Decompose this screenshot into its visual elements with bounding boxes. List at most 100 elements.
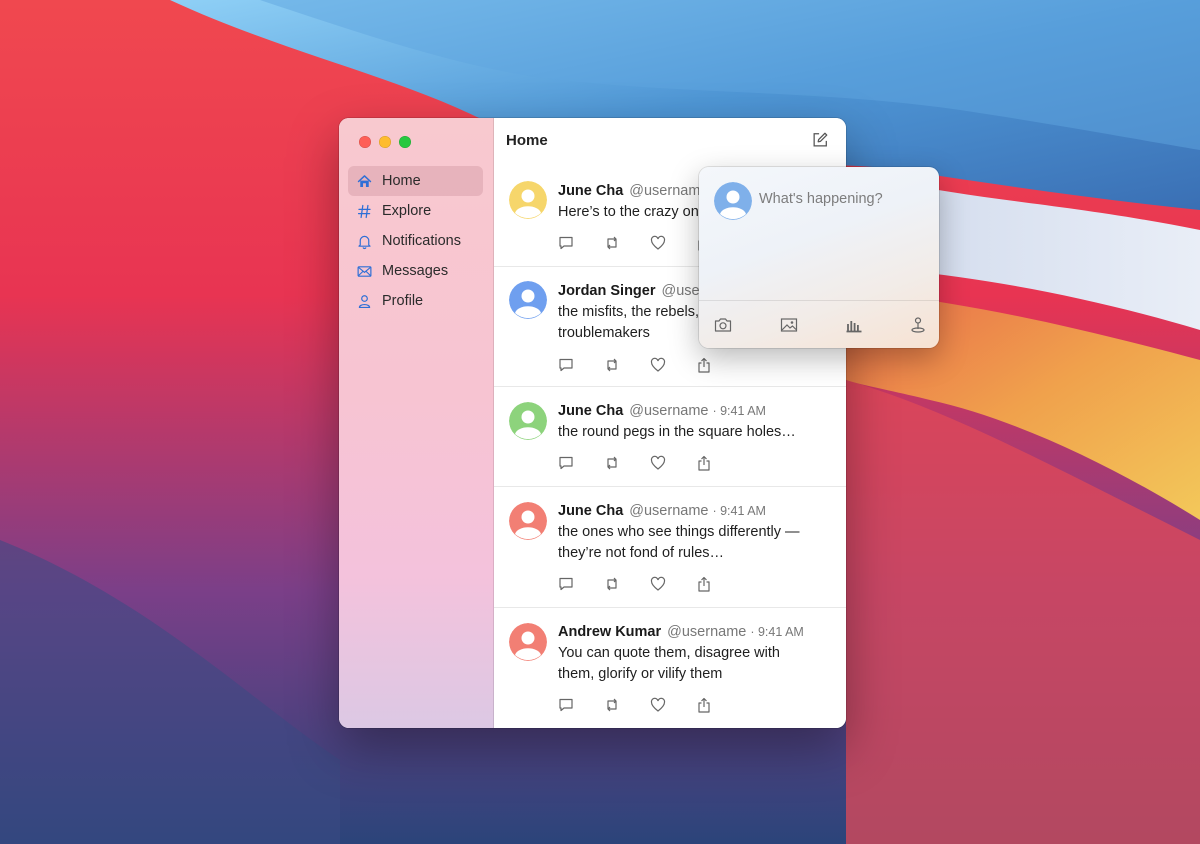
add-camera-button[interactable] <box>714 316 732 334</box>
reply-icon <box>559 456 573 470</box>
compose-popover <box>699 167 939 348</box>
avatar[interactable] <box>509 623 547 661</box>
camera-icon <box>714 318 732 332</box>
avatar[interactable] <box>509 502 547 540</box>
sidebar: Home Explore Notifications Messages Prof… <box>339 118 494 728</box>
reply-button[interactable] <box>558 576 604 592</box>
compose-button[interactable] <box>811 131 829 149</box>
retweet-button[interactable] <box>604 455 650 471</box>
tweet-time: · 9:41 AM <box>712 504 766 518</box>
share-button[interactable] <box>696 576 742 592</box>
retweet-icon <box>607 577 617 591</box>
bell-icon <box>358 235 371 249</box>
share-icon <box>698 357 710 373</box>
tweet-header: Jordan Singer @user <box>558 283 708 299</box>
reply-button[interactable] <box>558 357 604 373</box>
tweet-text: the ones who see things differently — th… <box>558 524 800 561</box>
tweet-author[interactable]: Jordan Singer <box>558 283 656 299</box>
sidebar-item-label: Home <box>382 173 421 189</box>
like-button[interactable] <box>650 357 696 373</box>
like-button[interactable] <box>650 576 696 592</box>
retweet-button[interactable] <box>604 576 650 592</box>
share-icon <box>698 576 710 592</box>
tweet-header: June Cha @username <box>558 183 712 199</box>
sidebar-item-label: Profile <box>382 293 424 309</box>
tweet-author[interactable]: Andrew Kumar <box>558 624 661 640</box>
retweet-icon <box>607 698 617 712</box>
close-window-button[interactable] <box>359 136 371 148</box>
retweet-icon <box>607 358 617 372</box>
like-button[interactable] <box>650 455 696 471</box>
add-location-button[interactable] <box>909 316 927 334</box>
share-button[interactable] <box>696 357 742 373</box>
heart-icon <box>650 697 666 712</box>
compose-icon <box>813 132 828 147</box>
compose-input[interactable] <box>757 189 931 209</box>
share-icon <box>698 455 710 471</box>
tweet-username[interactable]: @username <box>629 183 708 199</box>
page-title: Home <box>506 132 548 149</box>
heart-icon <box>650 455 666 470</box>
sidebar-item-label: Explore <box>382 203 432 219</box>
hashtag-icon <box>357 204 371 218</box>
envelope-icon <box>357 265 372 277</box>
sidebar-item-explore[interactable]: Explore <box>348 196 483 226</box>
tweet-username[interactable]: @user <box>662 283 705 299</box>
retweet-button[interactable] <box>604 357 650 373</box>
tweet[interactable]: June Cha @username · 9:41 AM the round peg… <box>494 386 846 487</box>
heart-icon <box>650 235 666 250</box>
avatar[interactable] <box>509 281 547 319</box>
sidebar-item-profile[interactable]: Profile <box>348 286 483 316</box>
tweet[interactable]: Andrew Kumar @username · 9:41 AM You can q… <box>494 607 846 728</box>
tweet-time: · 9:41 AM <box>750 625 804 639</box>
add-poll-button[interactable] <box>845 316 863 334</box>
tweet-header: Andrew Kumar @username · 9:41 AM <box>558 624 804 640</box>
tweet-header: June Cha @username · 9:41 AM <box>558 403 766 419</box>
tweet[interactable]: June Cha @username · 9:41 AM the ones who … <box>494 486 846 608</box>
tweet-text: You can quote them, disagree with them, … <box>558 645 780 682</box>
tweet-actions <box>558 697 742 713</box>
like-button[interactable] <box>650 235 696 251</box>
reply-button[interactable] <box>558 697 604 713</box>
image-icon <box>780 318 798 332</box>
tweet-actions <box>558 357 742 373</box>
window-controls <box>359 136 411 148</box>
house-icon <box>357 174 372 187</box>
tweet-text: the round pegs in the square holes… <box>558 424 796 440</box>
avatar <box>714 182 752 220</box>
reply-icon <box>559 698 573 712</box>
sidebar-item-notifications[interactable]: Notifications <box>348 226 483 256</box>
reply-button[interactable] <box>558 235 604 251</box>
retweet-button[interactable] <box>604 697 650 713</box>
sidebar-item-label: Notifications <box>382 233 461 249</box>
add-image-button[interactable] <box>780 316 798 334</box>
tweet-username[interactable]: @username <box>629 503 708 519</box>
tweet-author[interactable]: June Cha <box>558 503 623 519</box>
share-button[interactable] <box>696 697 742 713</box>
avatar[interactable] <box>509 402 547 440</box>
share-button[interactable] <box>696 455 742 471</box>
tweet-username[interactable]: @username <box>667 624 746 640</box>
tweet-username[interactable]: @username <box>629 403 708 419</box>
retweet-button[interactable] <box>604 235 650 251</box>
heart-icon <box>650 357 666 372</box>
like-button[interactable] <box>650 697 696 713</box>
sidebar-item-home[interactable]: Home <box>348 166 483 196</box>
tweet-author[interactable]: June Cha <box>558 183 623 199</box>
retweet-icon <box>607 236 617 250</box>
person-icon <box>358 294 371 308</box>
avatar[interactable] <box>509 181 547 219</box>
tweet-actions <box>558 455 742 471</box>
tweet-author[interactable]: June Cha <box>558 403 623 419</box>
reply-icon <box>559 358 573 372</box>
sidebar-item-messages[interactable]: Messages <box>348 256 483 286</box>
tweet-text: the misfits, the rebels, troublemakers <box>558 304 700 341</box>
tweet-header: June Cha @username · 9:41 AM <box>558 503 766 519</box>
zoom-window-button[interactable] <box>399 136 411 148</box>
reply-button[interactable] <box>558 455 604 471</box>
tweet-time: · 9:41 AM <box>712 404 766 418</box>
sidebar-item-label: Messages <box>382 263 449 279</box>
compose-toolbar <box>699 300 939 348</box>
reply-icon <box>559 236 573 250</box>
minimize-window-button[interactable] <box>379 136 391 148</box>
